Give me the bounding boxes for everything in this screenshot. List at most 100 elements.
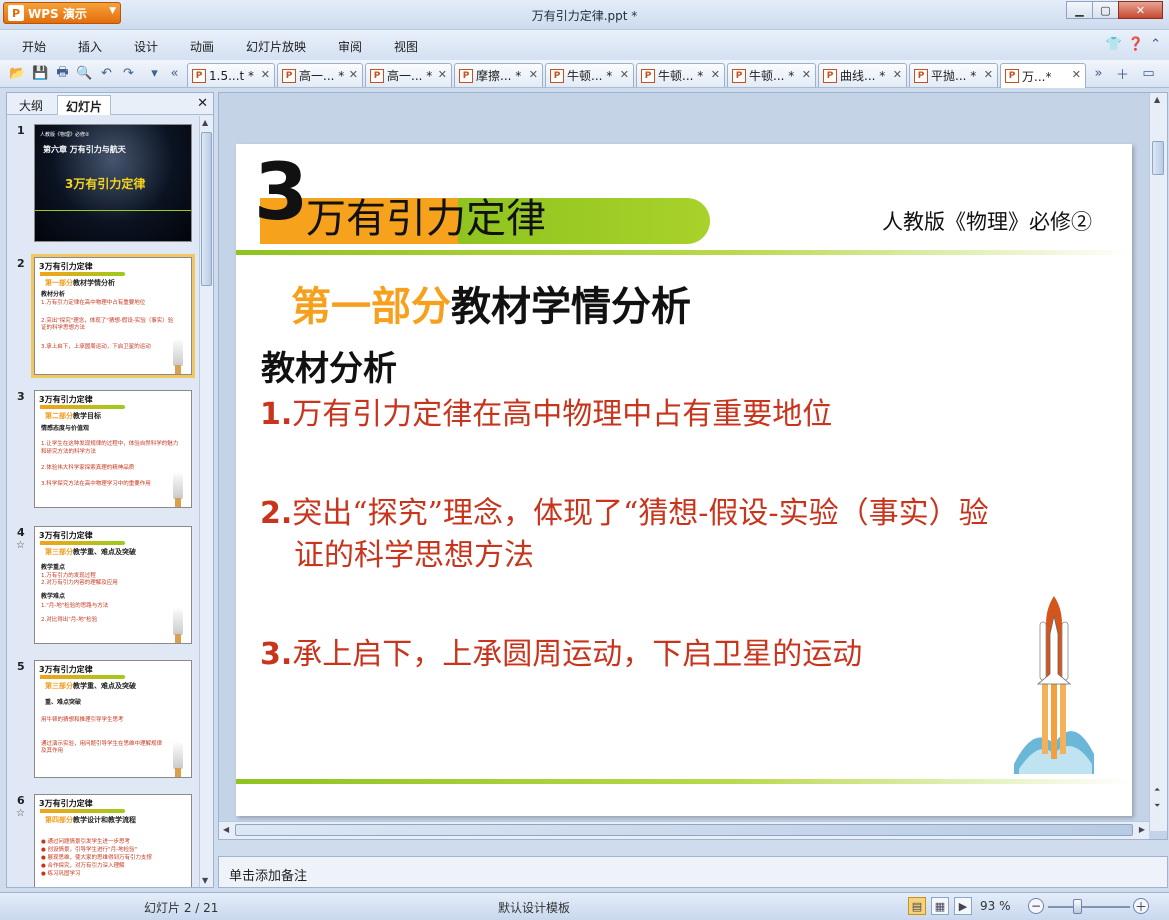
menu-design[interactable]: 设计 xyxy=(134,38,158,55)
slide-subheading[interactable]: 教材分析 xyxy=(261,341,397,390)
slide-item-2[interactable]: 2.突出“探究”理念，体现了“猜想-假设-实验（事实）验 证的科学思想方法 xyxy=(260,493,989,577)
skin-icon[interactable]: 👕 xyxy=(1106,37,1122,52)
thumb-heading: 第四部分教学设计和教学流程 xyxy=(45,816,136,824)
menu-insert[interactable]: 插入 xyxy=(78,38,102,55)
slide-horizontal-scrollbar[interactable]: ◀ ▶ xyxy=(219,821,1149,839)
tab-slides[interactable]: 幻灯片 xyxy=(57,95,112,115)
redo-icon[interactable]: ↷ xyxy=(120,65,137,82)
close-icon[interactable]: ✕ xyxy=(261,68,270,81)
save-icon[interactable]: 💾 xyxy=(32,65,49,82)
slide-thumbnail-3[interactable]: 3万有引力定律 第二部分教学目标 情感态度与价值观 1.让学生在这种发现规律的过… xyxy=(34,390,192,508)
animation-star-icon: ☆ xyxy=(16,808,25,819)
thumb-title-bar xyxy=(40,675,125,679)
current-slide[interactable]: 3 万有引力定律 人教版《物理》必修② 第一部分教材学情分析 教材分析 1.万有… xyxy=(236,144,1132,816)
doc-tab[interactable]: P 摩擦... * ✕ xyxy=(454,63,543,87)
doc-tab-active[interactable]: P 万...* ✕ xyxy=(1000,63,1086,88)
scroll-down-icon[interactable]: ▼ xyxy=(202,876,208,885)
slide-subtitle[interactable]: 人教版《物理》必修② xyxy=(882,206,1092,236)
design-template-name: 默认设计模板 xyxy=(498,901,571,915)
slide-title[interactable]: 万有引力定律 xyxy=(306,186,546,244)
doc-tab[interactable]: P 平抛... * ✕ xyxy=(909,63,998,87)
menu-slideshow[interactable]: 幻灯片放映 xyxy=(246,38,306,55)
slide-item-3[interactable]: 3.承上启下，上承圆周运动，下启卫星的运动 xyxy=(260,634,862,676)
zoom-slider-track[interactable] xyxy=(1048,906,1130,908)
menu-review[interactable]: 审阅 xyxy=(338,38,362,55)
doc-tab[interactable]: P 1.5...t * ✕ xyxy=(187,63,275,87)
ppt-file-icon: P xyxy=(823,68,837,83)
scrollbar-thumb[interactable] xyxy=(201,132,212,286)
next-slide-icon[interactable]: ⏷ xyxy=(1154,801,1160,811)
thumb-line: 第六章 万有引力与航天 xyxy=(43,145,126,154)
ribbon-toggle-icon[interactable]: ⌃ xyxy=(1150,37,1161,52)
doc-tab[interactable]: P 高一... * ✕ xyxy=(277,63,363,87)
undo-icon[interactable]: ↶ xyxy=(98,65,115,82)
slide-vertical-scrollbar[interactable]: ▲ ⏶ ⏷ xyxy=(1149,93,1167,831)
open-folder-icon[interactable]: 📂 xyxy=(9,65,26,82)
close-icon[interactable]: ✕ xyxy=(197,96,208,111)
doc-tab[interactable]: P 牛顿... * ✕ xyxy=(636,63,725,87)
menu-home[interactable]: 开始 xyxy=(22,38,46,55)
zoom-in-button[interactable]: ＋ xyxy=(1133,898,1149,914)
slide-sorter-view-button[interactable]: ▦ xyxy=(931,897,949,915)
close-button[interactable]: ✕ xyxy=(1118,1,1163,19)
help-icon[interactable]: ❓ xyxy=(1128,37,1144,52)
tab-list-icon[interactable]: ▭ xyxy=(1140,65,1157,82)
print-preview-icon[interactable]: 🔍 xyxy=(76,65,93,82)
thumb-line: ● 创设情景，引导学生进行"月-地检验" xyxy=(41,847,138,853)
close-icon[interactable]: ✕ xyxy=(529,68,538,81)
notes-pane[interactable]: 单击添加备注 xyxy=(218,856,1168,888)
maximize-button[interactable]: ▢ xyxy=(1092,1,1119,19)
slide-thumbnail-4[interactable]: 3万有引力定律 第三部分教学重、难点及突破 教学重点 1.万有引力的发现过程 2… xyxy=(34,526,192,644)
normal-view-button[interactable]: ▤ xyxy=(908,897,926,915)
thumb-line: 1."月-地"检验的思路与方法 xyxy=(41,603,109,609)
scroll-up-icon[interactable]: ▲ xyxy=(202,118,208,127)
prev-slide-icon[interactable]: ⏶ xyxy=(1154,785,1160,795)
close-icon[interactable]: ✕ xyxy=(1072,68,1081,81)
rocket-icon xyxy=(173,471,183,507)
doc-tab[interactable]: P 牛顿... * ✕ xyxy=(545,63,634,87)
close-icon[interactable]: ✕ xyxy=(438,68,447,81)
slideshow-view-button[interactable]: ▶ xyxy=(954,897,972,915)
customize-dropdown-icon[interactable]: ▾ xyxy=(146,65,163,82)
thumb-line: 2.体验伟大科学家探索真理的精神品质 xyxy=(41,465,135,471)
doc-tab[interactable]: P 高一... * ✕ xyxy=(365,63,452,87)
thumb-rule xyxy=(35,210,191,211)
scroll-up-icon[interactable]: ▲ xyxy=(1154,95,1160,104)
thumb-title: 3万有引力定律 xyxy=(39,262,93,271)
scrollbar-thumb[interactable] xyxy=(1152,141,1164,175)
thumbnail-scrollbar[interactable]: ▲ ▼ xyxy=(199,116,213,887)
close-icon[interactable]: ✕ xyxy=(711,68,720,81)
tab-scroll-left-icon[interactable]: « xyxy=(166,65,183,82)
scroll-left-icon[interactable]: ◀ xyxy=(223,825,229,834)
close-icon[interactable]: ✕ xyxy=(349,68,358,81)
scroll-right-icon[interactable]: ▶ xyxy=(1139,825,1145,834)
slide-thumbnail-1[interactable]: 人教版《物理》必修② 第六章 万有引力与航天 3万有引力定律 xyxy=(34,124,192,242)
slide-item-1[interactable]: 1.万有引力定律在高中物理中占有重要地位 xyxy=(260,394,832,436)
title-rule xyxy=(236,250,1132,255)
thumb-line: 1.万有引力定律在高中物理中占有重要地位 xyxy=(41,300,146,306)
doc-tab[interactable]: P 曲线... * ✕ xyxy=(818,63,907,87)
minimize-button[interactable]: ▁ xyxy=(1066,1,1093,19)
doc-tab[interactable]: P 牛顿... * ✕ xyxy=(727,63,816,87)
slide-thumbnail-5[interactable]: 3万有引力定律 第三部分教学重、难点及突破 重、难点突破 用牛顿的猜想和推理引导… xyxy=(34,660,192,778)
tab-scroll-right-icon[interactable]: » xyxy=(1090,65,1107,82)
zoom-slider-knob[interactable] xyxy=(1073,899,1082,914)
zoom-out-button[interactable]: − xyxy=(1028,898,1044,914)
slide-heading[interactable]: 第一部分教材学情分析 xyxy=(291,274,691,332)
close-icon[interactable]: ✕ xyxy=(893,68,902,81)
slides-panel: 大纲 幻灯片 ✕ 1 人教版《物理》必修② 第六章 万有引力与航天 3万有引力定… xyxy=(6,92,214,888)
close-icon[interactable]: ✕ xyxy=(620,68,629,81)
thumb-heading: 第一部分教材学情分析 xyxy=(45,279,115,287)
tab-outline[interactable]: 大纲 xyxy=(11,95,51,115)
new-tab-icon[interactable]: ＋ xyxy=(1114,65,1131,83)
scrollbar-thumb[interactable] xyxy=(235,824,1133,836)
thumb-line: ● 通过问题情景引发学生进一步思考 xyxy=(41,839,131,845)
close-icon[interactable]: ✕ xyxy=(984,68,993,81)
slide-thumbnail-2[interactable]: 3万有引力定律 第一部分教材学情分析 教材分析 1.万有引力定律在高中物理中占有… xyxy=(31,254,195,378)
print-icon[interactable]: 🖶 xyxy=(54,65,71,82)
zoom-level: 93 % xyxy=(980,899,1011,913)
menu-view[interactable]: 视图 xyxy=(394,38,418,55)
slide-thumbnail-6[interactable]: 3万有引力定律 第四部分教学设计和教学流程 ● 通过问题情景引发学生进一步思考 … xyxy=(34,794,192,887)
close-icon[interactable]: ✕ xyxy=(802,68,811,81)
menu-animation[interactable]: 动画 xyxy=(190,38,214,55)
